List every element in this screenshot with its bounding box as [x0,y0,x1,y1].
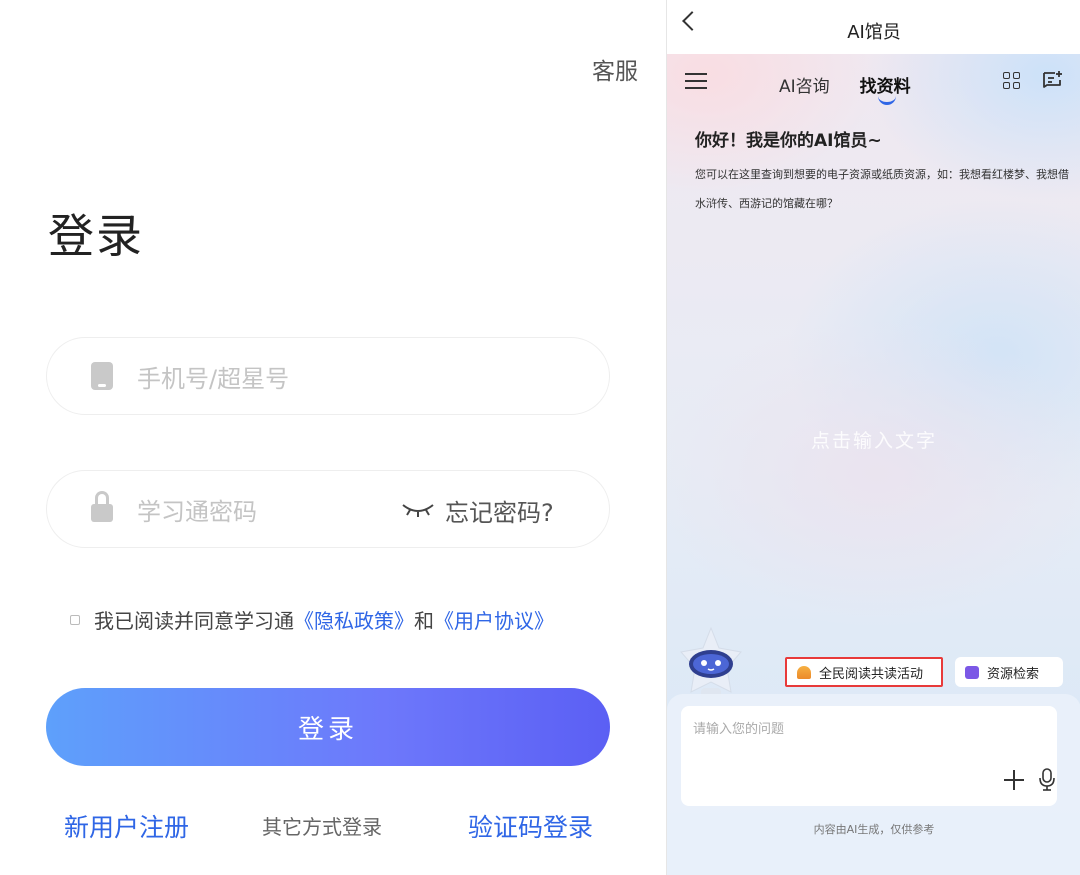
screenshot-root: 客服 登录 手机号/超星号 学习通密码 忘记密码? 我已阅读并同意学习通 《隐私… [0,0,1080,875]
ai-disclaimer: 内容由AI生成，仅供参考 [813,823,935,836]
reading-icon [797,665,811,679]
customer-service-button[interactable]: 客服 [592,52,638,86]
agreement-and: 和 [414,609,434,633]
greeting-description: 您可以在这里查询到想要的电子资源或纸质资源，如：我想看红楼梦、我想借水浒传、西游… [695,168,1069,210]
greeting-title: 你好！我是你的AI馆员~ [695,131,882,151]
agreement-checkbox[interactable] [70,614,80,625]
reading-activity-chip[interactable]: 全民阅读共读活动 [785,657,943,687]
resource-search-icon [965,665,979,679]
reading-activity-label: 全民阅读共读活动 [819,666,924,682]
resource-search-chip[interactable]: 资源检索 [955,657,1063,687]
tap-to-input-hint[interactable]: 点击输入文字 [667,426,1080,453]
question-input-placeholder: 请输入您的问题 [693,722,785,737]
user-agreement-link[interactable]: 《用户协议》 [434,605,554,634]
login-panel: 客服 登录 手机号/超星号 学习通密码 忘记密码? 我已阅读并同意学习通 《隐私… [0,0,666,875]
agreement-text: 我已阅读并同意学习通 [94,609,294,633]
grid-icon[interactable] [1003,72,1021,90]
tab-ai-consult[interactable]: AI咨询 [779,72,830,97]
new-chat-icon[interactable] [1041,70,1063,92]
menu-icon[interactable] [685,72,707,90]
phone-field[interactable]: 手机号/超星号 [46,337,610,415]
tab-bar: AI咨询 找资料 [779,72,911,105]
sms-login-link[interactable]: 验证码登录 [468,808,593,844]
register-link[interactable]: 新用户注册 [64,808,189,844]
lock-icon [91,491,113,525]
login-button[interactable]: 登录 [46,688,610,766]
ai-librarian-panel: AI馆员 AI咨询 找资料 你好！我是你的AI馆员~ 您可以在这里查询到想要的电… [666,0,1080,875]
resource-search-label: 资源检索 [987,666,1040,682]
other-login-link[interactable]: 其它方式登录 [262,811,382,840]
microphone-icon[interactable] [1039,768,1055,792]
top-bar: AI馆员 [667,0,1080,54]
forgot-password-link[interactable]: 忘记密码? [445,493,554,528]
privacy-policy-link[interactable]: 《隐私政策》 [294,605,414,634]
page-title: 登录 [48,209,144,263]
phone-icon [91,362,113,390]
password-field[interactable]: 学习通密码 忘记密码? [46,470,610,548]
question-input[interactable]: 请输入您的问题 [681,706,1057,806]
password-input-placeholder: 学习通密码 [137,497,257,526]
phone-input-placeholder: 手机号/超星号 [137,364,290,393]
agreement-row: 我已阅读并同意学习通 《隐私政策》 和 《用户协议》 [70,605,554,634]
tab-find-resources[interactable]: 找资料 [860,72,911,105]
window-title: AI馆员 [847,22,901,43]
plus-icon[interactable] [1004,770,1024,790]
eye-closed-icon[interactable] [401,499,435,519]
